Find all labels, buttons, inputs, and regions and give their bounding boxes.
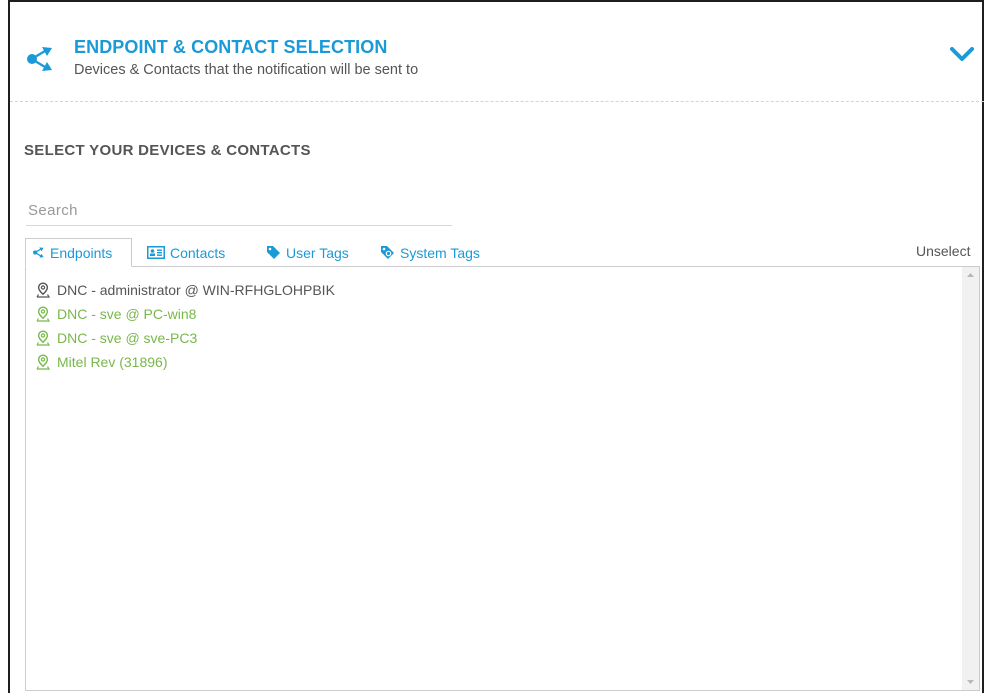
system-tag-icon bbox=[381, 246, 394, 259]
tab-user-tags[interactable]: User Tags bbox=[266, 238, 349, 267]
contact-card-icon bbox=[147, 246, 165, 259]
tab-label: System Tags bbox=[400, 244, 480, 261]
tab-label: User Tags bbox=[286, 244, 349, 261]
tab-contacts[interactable]: Contacts bbox=[147, 238, 225, 267]
endpoint-share-icon bbox=[27, 47, 52, 71]
tab-system-tags[interactable]: System Tags bbox=[380, 238, 480, 267]
scroll-up-arrow-icon[interactable] bbox=[962, 267, 979, 284]
panel-header[interactable]: ENDPOINT & CONTACT SELECTION Devices & C… bbox=[10, 2, 984, 102]
list-item[interactable]: DNC - sve @ sve-PC3 bbox=[36, 327, 197, 349]
endpoint-label: DNC - sve @ PC-win8 bbox=[57, 306, 197, 322]
select-devices-heading: SELECT YOUR DEVICES & CONTACTS bbox=[24, 142, 311, 159]
location-pin-icon bbox=[36, 282, 50, 298]
endpoint-label: DNC - sve @ sve-PC3 bbox=[57, 330, 198, 346]
list-item[interactable]: DNC - sve @ PC-win8 bbox=[36, 303, 196, 325]
scroll-down-arrow-icon[interactable] bbox=[962, 673, 979, 690]
tab-label: Endpoints bbox=[50, 244, 113, 261]
tag-icon bbox=[267, 246, 280, 259]
section-header-subtitle: Devices & Contacts that the notification… bbox=[74, 62, 419, 78]
list-item[interactable]: Mitel Rev (31896) bbox=[36, 351, 168, 373]
location-pin-icon bbox=[36, 354, 50, 370]
list-item[interactable]: DNC - administrator @ WIN-RFHGLOHPBIK bbox=[36, 279, 335, 301]
chevron-down-icon[interactable] bbox=[948, 42, 976, 66]
endpoint-share-icon bbox=[33, 247, 44, 258]
endpoint-label: Mitel Rev (31896) bbox=[57, 354, 168, 370]
unselect-link[interactable]: Unselect bbox=[916, 243, 970, 259]
vertical-scrollbar[interactable] bbox=[962, 267, 979, 690]
endpoint-list: DNC - administrator @ WIN-RFHGLOHPBIK DN… bbox=[25, 266, 980, 691]
search-input[interactable] bbox=[26, 196, 452, 226]
tab-label: Contacts bbox=[170, 244, 226, 261]
endpoint-contact-panel: ENDPOINT & CONTACT SELECTION Devices & C… bbox=[8, 0, 984, 693]
tab-endpoints[interactable]: Endpoints bbox=[25, 238, 132, 267]
section-header-title: ENDPOINT & CONTACT SELECTION bbox=[74, 37, 388, 57]
endpoint-label: DNC - administrator @ WIN-RFHGLOHPBIK bbox=[57, 282, 335, 298]
location-pin-icon bbox=[36, 306, 50, 322]
location-pin-icon bbox=[36, 330, 50, 346]
